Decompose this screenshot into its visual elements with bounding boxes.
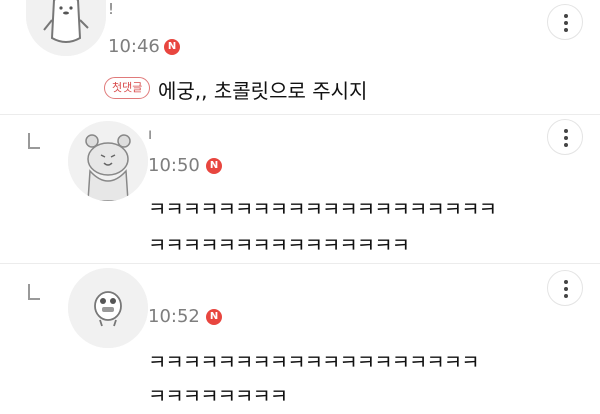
comment-text-line: ㅋㅋㅋㅋㅋㅋㅋㅋ [148, 384, 288, 408]
timestamp: 10:52 [148, 306, 200, 327]
comment-text-line: ㅋㅋㅋㅋㅋㅋㅋㅋㅋㅋㅋㅋㅋㅋㅋㅋㅋㅋㅋ [148, 350, 480, 374]
more-options-button[interactable] [547, 119, 583, 155]
dot-icon [564, 129, 568, 133]
dot-icon [564, 136, 568, 140]
timestamp: 10:46 [108, 36, 160, 57]
comment-text-line: ㅋㅋㅋㅋㅋㅋㅋㅋㅋㅋㅋㅋㅋㅋㅋ [148, 233, 410, 257]
dot-icon [564, 21, 568, 25]
dot-icon [564, 294, 568, 298]
dot-icon [564, 28, 568, 32]
dot-icon [564, 287, 568, 291]
dot-icon [564, 14, 568, 18]
chick-icon [68, 268, 148, 348]
reply-indicator-icon [28, 284, 40, 300]
comment-item: ! 10:46 N 첫댓글 에궁,, 초콜릿으로 주시지 [0, 0, 600, 114]
author-name[interactable]: ı [148, 125, 153, 143]
new-badge: N [206, 158, 222, 174]
penguin-icon [26, 0, 106, 56]
new-badge: N [206, 309, 222, 325]
avatar[interactable] [68, 121, 148, 201]
avatar[interactable] [26, 0, 106, 56]
dot-icon [564, 280, 568, 284]
dot-icon [564, 143, 568, 147]
reply-item: ı 10:50 N ㅋㅋㅋㅋㅋㅋㅋㅋㅋㅋㅋㅋㅋㅋㅋㅋㅋㅋㅋㅋ ㅋㅋㅋㅋㅋㅋㅋㅋㅋ… [0, 115, 600, 263]
comment-text-line: ㅋㅋㅋㅋㅋㅋㅋㅋㅋㅋㅋㅋㅋㅋㅋㅋㅋㅋㅋㅋ [148, 197, 497, 221]
more-options-button[interactable] [547, 4, 583, 40]
timestamp: 10:50 [148, 155, 200, 176]
comment-text: 에궁,, 초콜릿으로 주시지 [158, 79, 368, 103]
first-comment-tag: 첫댓글 [104, 77, 151, 99]
reply-item: 10:52 N ㅋㅋㅋㅋㅋㅋㅋㅋㅋㅋㅋㅋㅋㅋㅋㅋㅋㅋㅋ ㅋㅋㅋㅋㅋㅋㅋㅋ [0, 264, 600, 414]
author-name[interactable]: ! [108, 0, 115, 18]
bear-icon [68, 121, 148, 201]
more-options-button[interactable] [547, 270, 583, 306]
avatar[interactable] [68, 268, 148, 348]
new-badge: N [164, 39, 180, 55]
reply-indicator-icon [28, 133, 40, 149]
